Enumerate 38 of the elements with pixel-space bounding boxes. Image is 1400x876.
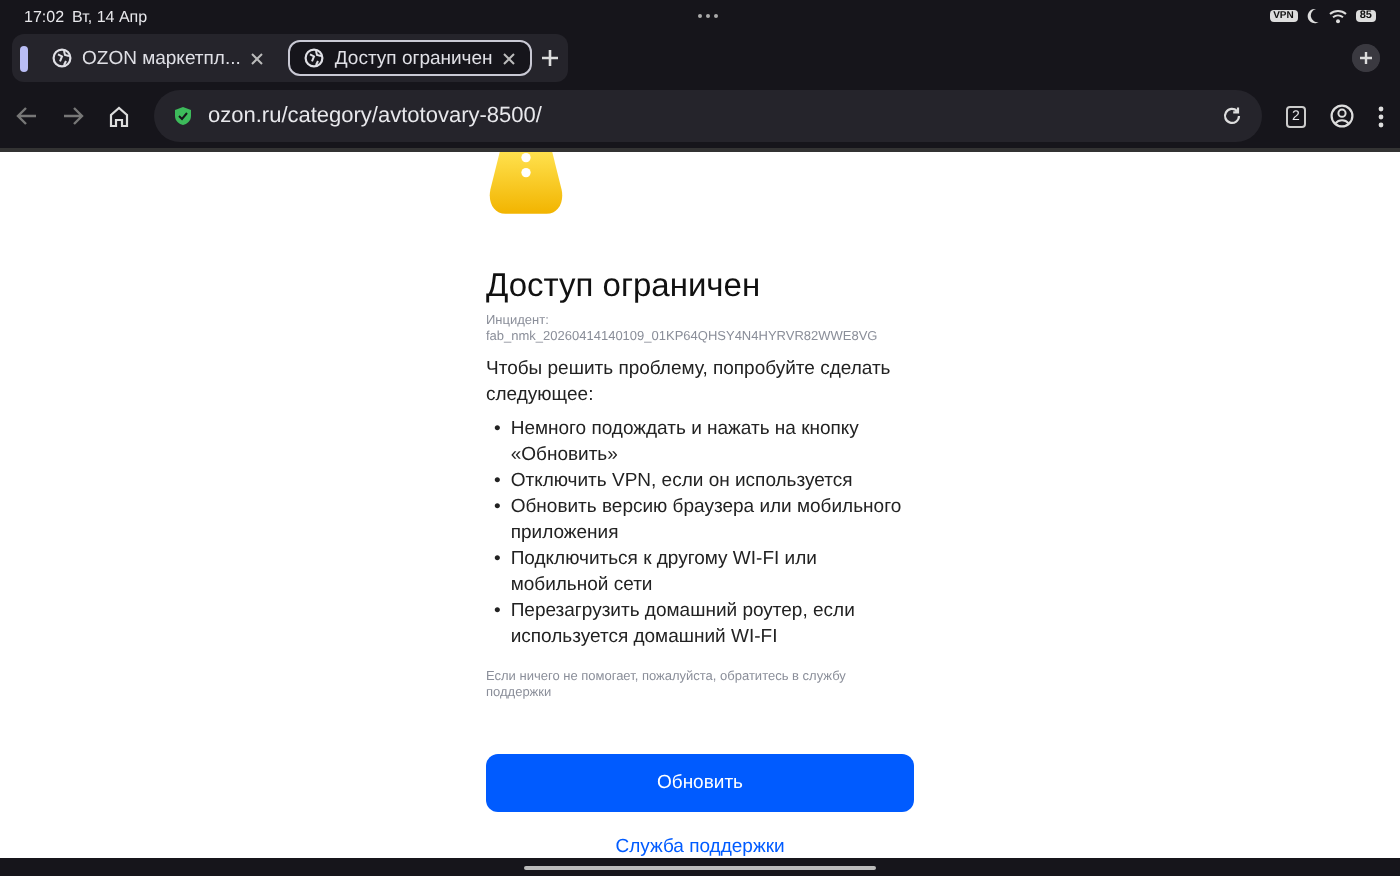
url-text: ozon.ru/category/avtotovary-8500/ bbox=[208, 104, 542, 128]
tab-group-marker[interactable] bbox=[20, 45, 28, 71]
bullet: • bbox=[494, 493, 501, 522]
home-icon[interactable] bbox=[108, 105, 130, 127]
globe-icon bbox=[52, 48, 72, 68]
wifi-icon bbox=[1327, 8, 1348, 24]
shield-check-icon bbox=[174, 106, 192, 126]
address-field[interactable]: ozon.ru/category/avtotovary-8500/ bbox=[154, 90, 1262, 142]
close-icon[interactable] bbox=[502, 51, 517, 65]
step-item: Немного подождать и нажать на кнопку «Обновить» bbox=[510, 415, 861, 468]
bullet: • bbox=[494, 415, 501, 444]
intro-text: Чтобы решить проблему, попробуйте сделать следующее: bbox=[486, 355, 893, 408]
bullet: • bbox=[494, 467, 501, 494]
refresh-button[interactable]: Обновить bbox=[486, 753, 914, 812]
support-link[interactable]: Служба поддержки bbox=[615, 836, 785, 858]
step-item: Перезагрузить домашний роутер, если используется домашний WI-FI bbox=[510, 597, 857, 650]
bullet: • bbox=[494, 545, 501, 574]
bullet: • bbox=[494, 597, 501, 626]
page-title: Доступ ограничен bbox=[486, 267, 763, 306]
new-tab-icon[interactable] bbox=[540, 48, 561, 68]
step-item: Подключиться к другому WI-FI или мобильной сети bbox=[510, 545, 819, 598]
menu-icon[interactable] bbox=[1378, 105, 1384, 127]
browser-tab[interactable]: OZON маркетпл... bbox=[36, 40, 281, 76]
back-icon[interactable] bbox=[16, 106, 38, 126]
tab-title: OZON маркетпл... bbox=[82, 47, 241, 69]
moon-icon bbox=[1305, 8, 1320, 24]
tab-title: Доступ ограничен bbox=[334, 47, 493, 69]
browser-tab[interactable]: Доступ ограничен bbox=[288, 40, 533, 76]
warning-icon bbox=[486, 152, 566, 216]
account-icon[interactable] bbox=[1330, 104, 1354, 128]
forward-icon[interactable] bbox=[62, 106, 84, 126]
close-icon[interactable] bbox=[250, 51, 265, 65]
step-item: Обновить версию браузера или мобильного приложения bbox=[510, 493, 904, 546]
step-item: Отключить VPN, если он используется bbox=[510, 467, 853, 494]
reload-icon[interactable] bbox=[1222, 106, 1242, 126]
globe-icon bbox=[304, 48, 325, 68]
status-time: 17:02 bbox=[24, 7, 65, 25]
status-date: Вт, 14 Апр bbox=[72, 7, 148, 25]
